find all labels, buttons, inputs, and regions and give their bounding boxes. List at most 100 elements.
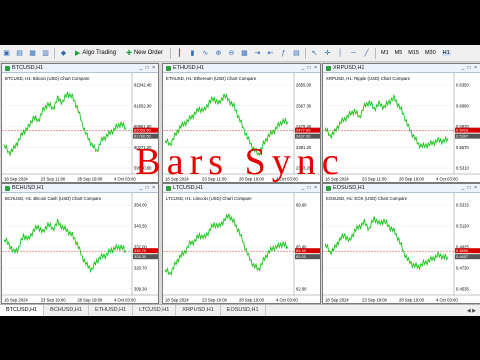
window-controls-icon[interactable]: _ □ ×	[140, 184, 157, 192]
chart-plot-area[interactable]: LTCUSD, H1: Litecoin (USD) Chart Compare…	[163, 193, 320, 303]
chart-header-text: BTCUSD, H1: Bitcoin (USD) Chart Compare	[5, 76, 90, 81]
crosshair-icon[interactable]: ✛	[323, 49, 332, 58]
time-tick-label: 18 Sep 2024	[4, 177, 28, 182]
price-tick-label: 2655.00	[296, 83, 312, 88]
toolbar-separator	[169, 47, 171, 59]
tab-ethusd[interactable]: ETHUSD,H1	[89, 305, 134, 316]
line-chart-icon[interactable]: ∿	[201, 49, 210, 58]
zoom-in-icon[interactable]: ⊕	[214, 49, 223, 58]
ask-price-label: 328.30	[134, 254, 147, 259]
price-tick-label: 62.00	[296, 287, 307, 292]
price-chart-svg[interactable]: BTCUSD, H1: Bitcoin (USD) Chart Compare 6…	[2, 73, 158, 182]
bid-price-label: 2477.90	[296, 128, 311, 133]
time-tick-label: 23 Sep 19:00	[41, 298, 67, 303]
navigator-icon[interactable]: ▥	[41, 49, 50, 58]
chart-header-text: LTCUSD, H1: Litecoin (USD) Chart Compare	[166, 196, 252, 201]
trendline-icon[interactable]: ╱	[362, 49, 371, 58]
time-tick-label: 18 Sep 2024	[165, 177, 189, 182]
window-controls-icon[interactable]: _ □ ×	[302, 64, 319, 72]
price-series-line	[324, 94, 449, 150]
bid-price-label: 62093.50	[134, 128, 151, 133]
chart-plot-area[interactable]: BTCUSD, H1: Bitcoin (USD) Chart Compare 6…	[2, 73, 158, 182]
new-chart-icon[interactable]: ▣	[2, 49, 11, 58]
time-tick-label: 28 Sep 19:00	[399, 298, 425, 303]
price-tick-label: 0.5120	[456, 224, 469, 229]
tab-xrpusd[interactable]: XRPUSD,H1	[176, 305, 221, 316]
time-tick-label: 4 Oct 03:00	[436, 298, 458, 303]
vertical-line-icon[interactable]: │	[336, 49, 345, 58]
time-tick-label: 23 Sep 19:00	[362, 298, 388, 303]
chart-window-btcusd[interactable]: BTCUSD,H1 _ □ × BTCUSD, H1: Bitcoin (USD…	[1, 63, 159, 183]
chart-header-text: XRPUSD, H1: Ripple (USD) Chart Compare	[326, 76, 411, 81]
window-controls-icon[interactable]: _ □ ×	[140, 64, 157, 72]
window-controls-icon[interactable]: _ □ ×	[462, 64, 479, 72]
window-controls-icon[interactable]: _ □ ×	[302, 184, 319, 192]
chart-window-title[interactable]: BCHUSD,H1 _ □ ×	[2, 184, 158, 193]
price-series-line	[164, 213, 289, 277]
profiles-icon[interactable]: ▤	[15, 49, 24, 58]
indicators-icon[interactable]: ƒ	[279, 49, 288, 58]
timeframe-h1[interactable]: H1	[441, 50, 451, 56]
tile-windows-icon[interactable]: ▦	[240, 49, 249, 58]
chart-window-ltcusd[interactable]: LTCUSD,H1 _ □ × LTCUSD, H1: Litecoin (US…	[162, 183, 321, 304]
chart-window-title[interactable]: XRPUSD,H1 _ □ ×	[323, 64, 480, 73]
candlestick-icon[interactable]: ▮	[188, 49, 197, 58]
timeframe-m30[interactable]: M30	[425, 50, 436, 56]
chart-window-title[interactable]: ETHUSD,H1 _ □ ×	[163, 64, 320, 73]
bid-price-label: 0.4890	[456, 248, 469, 253]
chart-tab-bar: BTCUSD,H1 BCHUSD,H1 ETHUSD,H1 LTCUSD,H1 …	[0, 304, 480, 316]
tab-bchusd[interactable]: BCHUSD,H1	[44, 305, 89, 316]
chart-window-eosusd[interactable]: EOSUSD,H1 _ □ × EOSUSD, H1: EOS (USD) Ch…	[322, 183, 480, 304]
price-tick-label: 60271.20	[134, 145, 152, 150]
new-order-button[interactable]: ✚ New Order	[124, 47, 165, 59]
tab-eosusd[interactable]: EOSUSD,H1	[221, 305, 266, 316]
tab-ltcusd[interactable]: LTCUSD,H1	[133, 305, 177, 316]
cursor-icon[interactable]: ↖	[310, 49, 319, 58]
price-chart-svg[interactable]: ETHUSD, H1: Ethereum (USD) Chart Compare…	[163, 73, 320, 182]
algo-trading-button[interactable]: ▶ Algo Trading	[73, 47, 118, 59]
metaeditor-icon[interactable]: ◆	[59, 49, 68, 58]
timeframe-m1[interactable]: M1	[381, 50, 389, 56]
plus-icon: ✚	[126, 50, 132, 57]
chart-window-title[interactable]: BTCUSD,H1 _ □ ×	[2, 64, 158, 73]
zoom-out-icon[interactable]: ⊖	[227, 49, 236, 58]
time-tick-label: 23 Sep 11:00	[41, 177, 66, 182]
tab-btcusd[interactable]: BTCUSD,H1	[0, 305, 45, 316]
chart-plot-area[interactable]: EOSUSD, H1: EOS (USD) Chart Compare 0.531…	[323, 193, 480, 303]
market-watch-icon[interactable]: ▦	[28, 49, 37, 58]
autoscroll-icon[interactable]: ⇥	[253, 49, 262, 58]
price-series-line	[3, 219, 127, 274]
price-tick-label: 0.5315	[456, 203, 469, 208]
price-chart-svg[interactable]: XRPUSD, H1: Ripple (USD) Chart Compare 0.…	[323, 73, 480, 182]
chart-window-bchusd[interactable]: BCHUSD,H1 _ □ × BCHUSD, H1: Bitcoin Cash…	[1, 183, 159, 304]
tab-scroll-arrows[interactable]: ◀ ▶	[467, 308, 476, 314]
chart-window-title[interactable]: EOSUSD,H1 _ □ ×	[323, 184, 480, 193]
time-tick-label: 4 Oct 03:00	[436, 177, 458, 182]
bid-price-label: 0.5410	[456, 128, 469, 133]
timeframe-m15[interactable]: M15	[408, 50, 419, 56]
chart-icon	[166, 65, 171, 71]
price-chart-svg[interactable]: BCHUSD, H1: Bitcoin Cash (USD) Chart Com…	[2, 193, 158, 303]
templates-icon[interactable]: ▤	[292, 49, 301, 58]
price-tick-label: 69.60	[296, 203, 307, 208]
chart-shift-icon[interactable]: ⇤	[266, 49, 275, 58]
chart-window-ethusd[interactable]: ETHUSD,H1 _ □ × ETHUSD, H1: Ethereum (US…	[162, 63, 321, 183]
chart-window-title[interactable]: LTCUSD,H1 _ □ ×	[163, 184, 320, 193]
ask-price-label: 2437.00	[296, 134, 311, 139]
chart-window-title-text: BTCUSD,H1	[12, 65, 44, 71]
price-chart-svg[interactable]: LTCUSD, H1: Litecoin (USD) Chart Compare…	[163, 193, 320, 303]
bar-chart-icon[interactable]: ┃	[175, 49, 184, 58]
price-chart-svg[interactable]: EOSUSD, H1: EOS (USD) Chart Compare 0.531…	[323, 193, 480, 303]
time-tick-label: 28 Sep 19:00	[239, 298, 265, 303]
chart-window-xrpusd[interactable]: XRPUSD,H1 _ □ × XRPUSD, H1: Ripple (USD)…	[322, 63, 480, 183]
price-tick-label: 0.6350	[456, 83, 469, 88]
chart-plot-area[interactable]: XRPUSD, H1: Ripple (USD) Chart Compare 0.…	[323, 73, 480, 182]
chart-plot-area[interactable]: ETHUSD, H1: Ethereum (USD) Chart Compare…	[163, 73, 320, 182]
chart-header-text: ETHUSD, H1: Ethereum (USD) Chart Compare	[166, 76, 257, 81]
horizontal-line-icon[interactable]: ─	[349, 49, 358, 58]
time-tick-label: 23 Sep 10:00	[202, 298, 228, 303]
window-controls-icon[interactable]: _ □ ×	[462, 184, 479, 192]
chart-header-text: EOSUSD, H1: EOS (USD) Chart Compare	[326, 196, 408, 201]
timeframe-m5[interactable]: M5	[395, 50, 403, 56]
chart-plot-area[interactable]: BCHUSD, H1: Bitcoin Cash (USD) Chart Com…	[2, 193, 158, 303]
